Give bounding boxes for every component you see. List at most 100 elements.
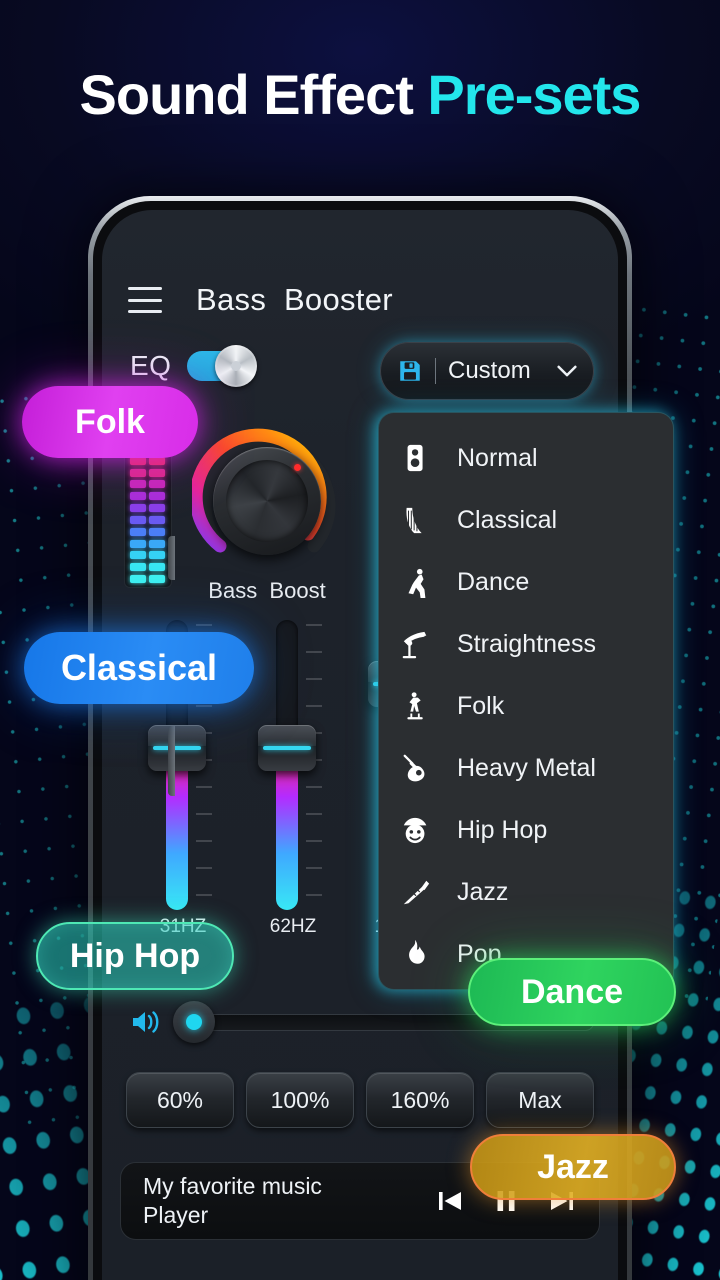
- flame-icon: [409, 939, 425, 964]
- vu-meter-cell: [130, 480, 146, 489]
- headline-primary: Sound Effect: [79, 63, 428, 126]
- callout-label: Jazz: [537, 1147, 609, 1186]
- vu-meter-row: [130, 468, 166, 477]
- vu-meter-row: [130, 527, 166, 536]
- speaker-icon: [407, 444, 423, 472]
- dropdown-item-dance[interactable]: Dance: [379, 551, 673, 613]
- player-title: My favorite music Player: [143, 1173, 322, 1228]
- preset-dropdown-menu[interactable]: Normal Classical Dance Straightness Folk Heav…: [378, 412, 674, 990]
- dropdown-item-classical[interactable]: Classical: [379, 489, 673, 551]
- vu-meter-cell: [130, 492, 146, 501]
- boost-button-160pct[interactable]: 160%: [366, 1072, 474, 1128]
- vu-meter-cell: [149, 574, 165, 583]
- vu-meter-cell: [149, 551, 165, 560]
- vu-meter-cell: [149, 456, 165, 465]
- eq-slider-frequency-label: 62HZ: [269, 916, 317, 937]
- dropdown-item-straightness[interactable]: Straightness: [379, 613, 673, 675]
- vu-meter-cell: [149, 504, 165, 513]
- eq-toggle-row: EQ: [130, 345, 258, 387]
- page-title: Sound Effect Pre-sets: [0, 64, 720, 126]
- app-header: Bass Booster: [102, 270, 618, 330]
- callout-label: Dance: [520, 972, 624, 1011]
- callout-label: Hip Hop: [69, 936, 201, 975]
- boost-button-100pct[interactable]: 100%: [246, 1072, 354, 1128]
- promo-screenshot: Sound Effect Pre-sets Bass Booster EQ Cu…: [0, 0, 720, 1280]
- volume-slider-thumb[interactable]: [173, 1001, 215, 1043]
- knob-face: [226, 460, 308, 542]
- dropdown-item-folk[interactable]: Folk: [379, 675, 673, 737]
- harp-icon: [406, 507, 422, 534]
- dropdown-item-label: Heavy Metal: [457, 753, 596, 782]
- eq-slider-thumb[interactable]: [258, 724, 316, 771]
- dropdown-item-label: Jazz: [457, 877, 509, 906]
- eq-toggle-switch[interactable]: [187, 345, 258, 387]
- dropdown-item-label: Classical: [457, 505, 558, 534]
- vu-meter-row: [130, 563, 166, 572]
- dropdown-item-normal[interactable]: Normal: [379, 427, 673, 489]
- callout-pill-jazz: Jazz: [470, 1134, 676, 1200]
- vu-meter-cell: [130, 551, 146, 560]
- phone-side-button-mute[interactable]: [168, 536, 175, 580]
- bass-boost-knob[interactable]: Bass Boost: [192, 426, 342, 603]
- toggle-switch-icon: [215, 345, 258, 387]
- callout-pill-classical: Classical: [24, 632, 254, 704]
- vu-meter-cell: [149, 539, 165, 548]
- knob-position-indicator: [294, 464, 301, 471]
- dropdown-item-label: Straightness: [457, 629, 596, 658]
- eq-label: EQ: [130, 350, 172, 381]
- dropdown-item-label: Folk: [457, 691, 505, 720]
- app-title: Bass Booster: [196, 282, 393, 317]
- eq-slider-thumb[interactable]: [148, 724, 206, 771]
- vu-meter-row: [130, 539, 166, 548]
- skip-previous-icon[interactable]: [435, 1186, 465, 1216]
- vu-meter-cell: [149, 492, 165, 501]
- dropdown-item-hip-hop[interactable]: Hip Hop: [379, 799, 673, 861]
- folk-figure-icon: [407, 692, 423, 720]
- preset-selector-button[interactable]: Custom: [380, 342, 594, 400]
- boost-button-60pct[interactable]: 60%: [126, 1072, 234, 1128]
- boost-level-buttons: 60% 100% 160% Max: [126, 1072, 594, 1128]
- eq-slider-fill: [276, 747, 298, 910]
- hiphop-face-icon: [403, 817, 427, 844]
- dancer-icon: [408, 568, 426, 598]
- guitar-icon: [403, 754, 425, 782]
- headline-accent: Pre-sets: [427, 63, 641, 126]
- vu-meter-cell: [130, 574, 146, 583]
- floppy-save-icon: [400, 361, 420, 381]
- bass-boost-label: Bass Boost: [208, 578, 326, 603]
- callout-label: Classical: [60, 647, 218, 688]
- dropdown-item-label: Normal: [457, 443, 538, 472]
- boost-button-max[interactable]: Max: [486, 1072, 594, 1128]
- music-stand-icon: [402, 631, 427, 659]
- phone-side-button-volume[interactable]: [168, 726, 175, 796]
- knob-body: [213, 447, 321, 555]
- vu-meter-cell: [149, 527, 165, 536]
- vu-meter-row: [130, 456, 166, 465]
- divider: [435, 358, 436, 384]
- vu-meter-cell: [130, 468, 146, 477]
- vu-meter-row: [130, 504, 166, 513]
- vu-meter-cell: [149, 563, 165, 572]
- vu-meter-cell: [149, 468, 165, 477]
- vu-meter-cell: [130, 504, 146, 513]
- vu-meter-cell: [130, 539, 146, 548]
- vu-meter-row: [130, 551, 166, 560]
- vu-meter-cell: [130, 563, 146, 572]
- vu-meter-cell: [130, 527, 146, 536]
- dropdown-item-label: Dance: [457, 567, 530, 596]
- callout-pill-folk: Folk: [22, 386, 198, 458]
- speaker-volume-icon[interactable]: [130, 1007, 164, 1037]
- callout-label: Folk: [75, 402, 145, 441]
- eq-slider-62hz[interactable]: 62HZ: [238, 620, 348, 950]
- chevron-down-icon: [557, 365, 577, 377]
- vu-meter-row: [130, 492, 166, 501]
- dropdown-item-label: Hip Hop: [457, 815, 548, 844]
- vu-meter-cell: [130, 515, 146, 524]
- trumpet-icon: [403, 880, 430, 905]
- dropdown-item-heavy-metal[interactable]: Heavy Metal: [379, 737, 673, 799]
- dropdown-item-jazz[interactable]: Jazz: [379, 861, 673, 923]
- vu-meter-cell: [130, 456, 146, 465]
- hamburger-menu-icon[interactable]: [128, 287, 162, 313]
- callout-pill-dance: Dance: [468, 958, 676, 1026]
- preset-value: Custom: [448, 357, 531, 384]
